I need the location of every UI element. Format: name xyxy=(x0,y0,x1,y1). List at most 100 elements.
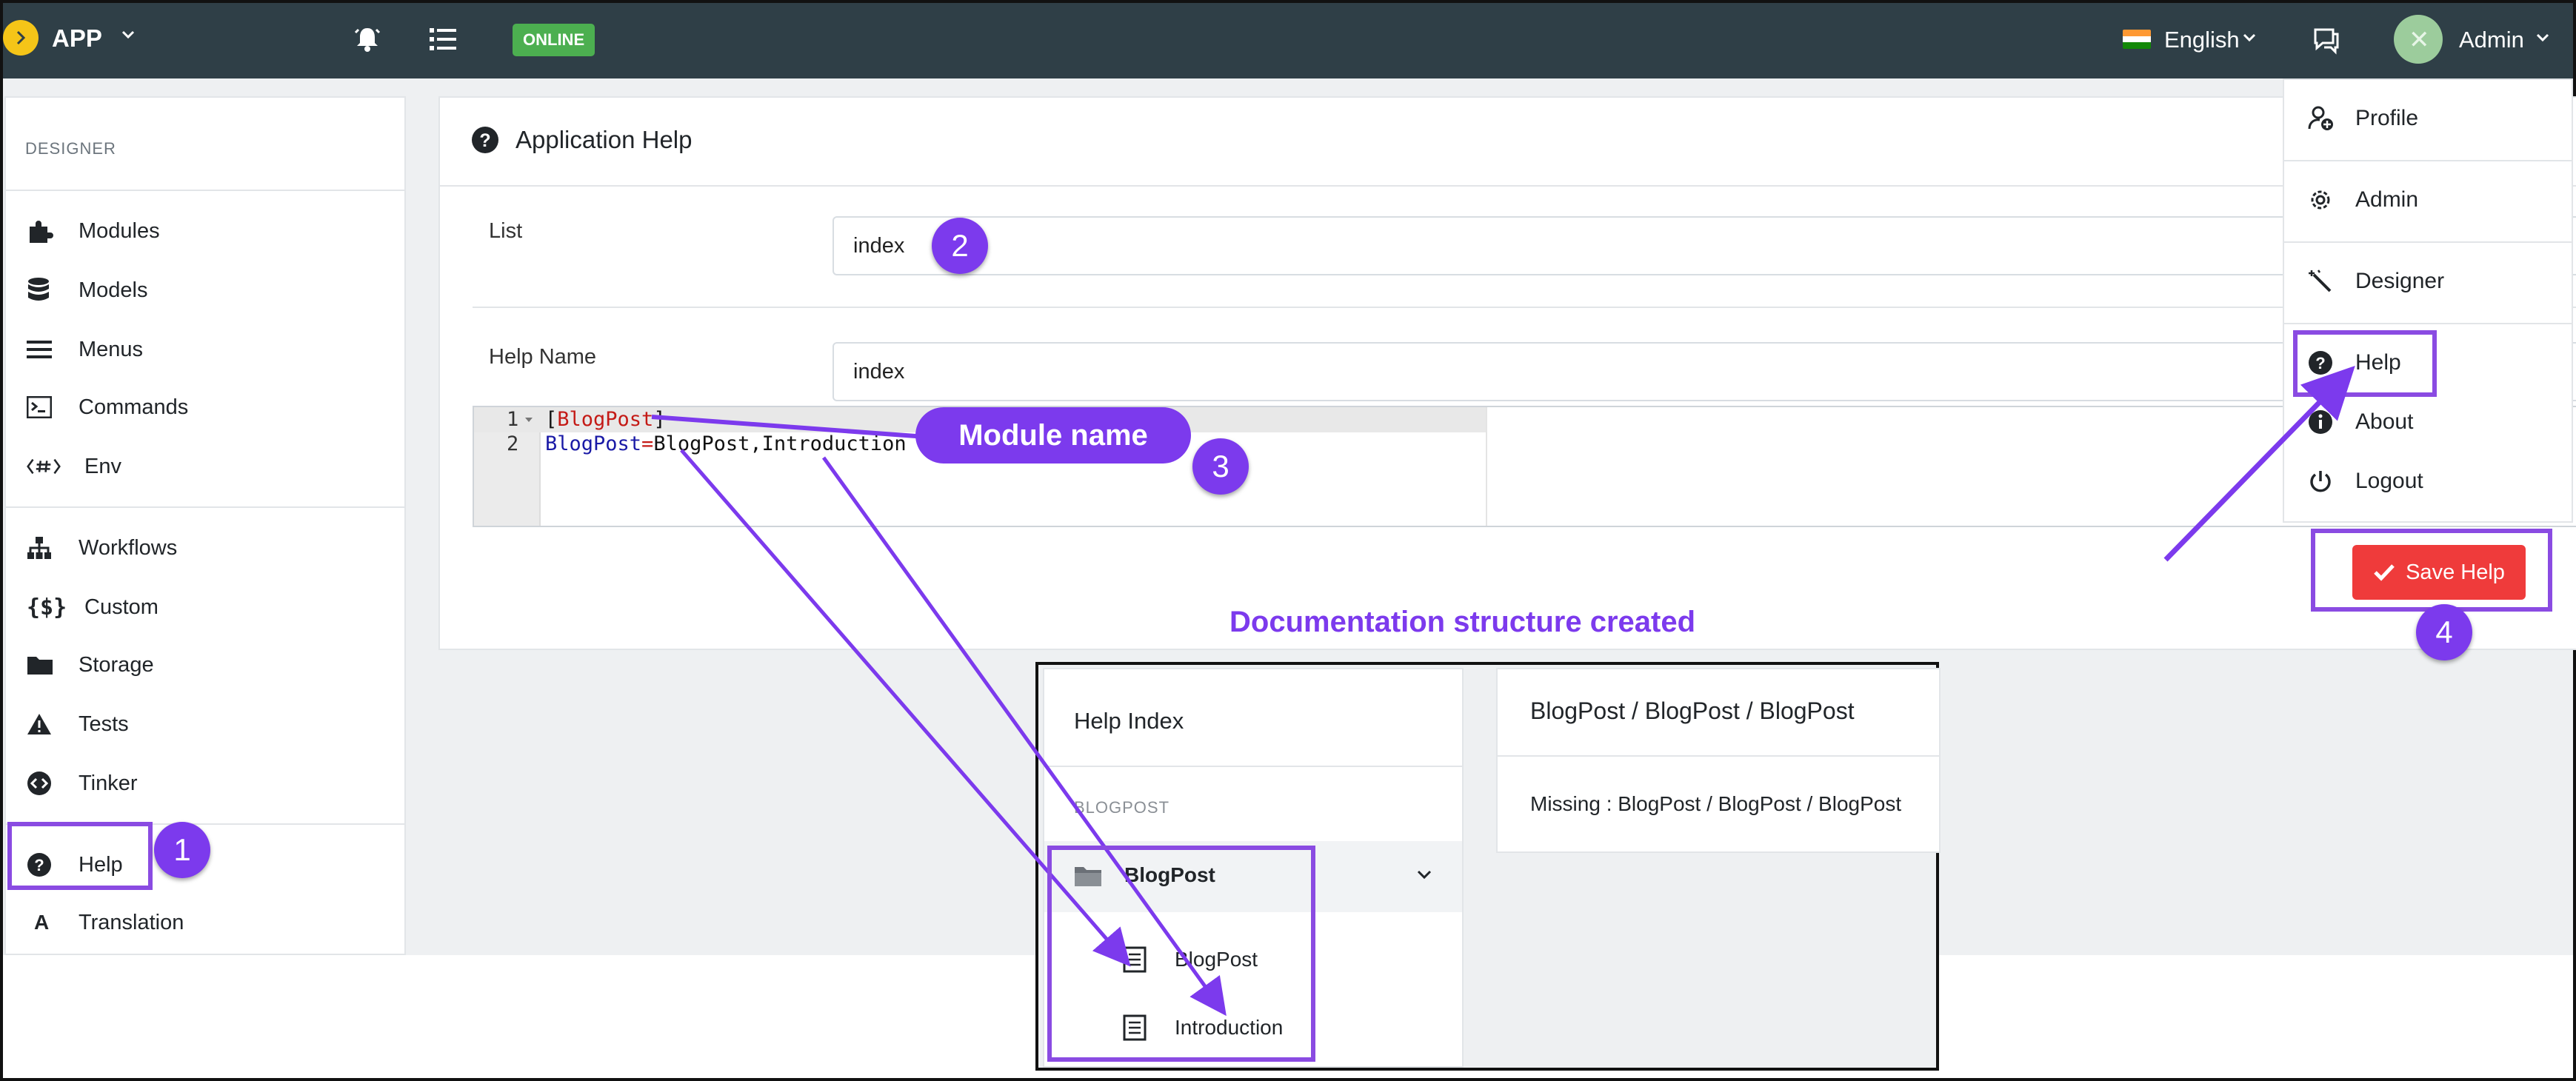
highlight-box-help-sidebar xyxy=(7,822,153,890)
dropdown-item-about[interactable]: About xyxy=(2308,400,2413,444)
dropdown-item-label: Admin xyxy=(2355,187,2419,212)
dropdown-item-profile[interactable]: Profile xyxy=(2308,96,2418,141)
code-line-1: [BlogPost] xyxy=(545,408,666,431)
sidebar-item-label: Translation xyxy=(79,910,184,934)
question-circle-icon: ? xyxy=(472,127,498,153)
user-menu-toggle[interactable]: Admin xyxy=(2459,27,2524,53)
sidebar-item-custom[interactable]: {$} Custom xyxy=(27,585,159,629)
dropdown-item-admin[interactable]: Admin xyxy=(2308,178,2418,222)
card-header-divider xyxy=(440,185,2576,187)
dropdown-divider xyxy=(2284,323,2572,324)
dropdown-item-designer[interactable]: Designer xyxy=(2308,259,2444,304)
fold-arrow-icon[interactable] xyxy=(524,416,533,424)
step-badge-2: 2 xyxy=(932,218,988,274)
editor-print-margin xyxy=(1486,407,1487,526)
sidebar-item-label: Commands xyxy=(79,395,189,419)
code-bracket: ] xyxy=(653,408,666,431)
page-title: Application Help xyxy=(515,126,693,153)
help-index-section: BLOGPOST xyxy=(1074,798,1170,817)
user-plus-icon xyxy=(2308,106,2333,130)
sidebar-item-label: Env xyxy=(84,454,121,478)
warning-triangle-icon xyxy=(27,714,51,734)
folder-icon xyxy=(27,657,53,675)
line-number: 2 xyxy=(507,432,519,455)
magic-wand-icon xyxy=(2309,270,2332,292)
menu-lines-icon xyxy=(27,341,52,358)
sidebar-item-env[interactable]: Env xyxy=(27,444,121,489)
help-content-divider xyxy=(1498,755,1939,757)
sidebar-item-menus[interactable]: Menus xyxy=(27,327,143,372)
chat-bubbles-icon[interactable] xyxy=(2311,25,2342,55)
sidebar-item-modules[interactable]: Modules xyxy=(27,209,160,253)
app-name[interactable]: APP xyxy=(52,24,102,53)
sidebar-item-translation[interactable]: A Translation xyxy=(27,900,184,945)
database-icon xyxy=(28,278,49,301)
step-badge-4: 4 xyxy=(2416,604,2472,660)
sidebar-item-label: Modules xyxy=(79,218,160,243)
help-name-label: Help Name xyxy=(489,345,597,369)
sidebar-divider xyxy=(6,506,404,508)
puzzle-icon xyxy=(30,221,53,243)
user-avatar[interactable]: ✕ xyxy=(2394,15,2443,64)
dropdown-item-label: Profile xyxy=(2355,106,2419,130)
sidebar-item-label: Storage xyxy=(79,652,154,677)
terminal-icon xyxy=(27,396,52,418)
bell-alarm-icon[interactable] xyxy=(353,24,382,53)
language-selector[interactable]: English xyxy=(2164,27,2240,53)
sidebar-item-workflows[interactable]: Workflows xyxy=(27,526,177,570)
step-badge-3: 3 xyxy=(1192,438,1249,495)
help-missing-message: Missing : BlogPost / BlogPost / BlogPost xyxy=(1530,792,1902,815)
dropdown-divider xyxy=(2284,241,2572,243)
help-breadcrumb: BlogPost / BlogPost / BlogPost xyxy=(1530,697,1855,724)
info-circle-icon xyxy=(2309,410,2332,434)
list-label: List xyxy=(489,219,523,243)
code-bracket: [ xyxy=(545,408,558,431)
code-section-key: BlogPost xyxy=(557,408,654,431)
dropdown-item-label: Designer xyxy=(2355,269,2445,293)
sidebar-item-storage[interactable]: Storage xyxy=(27,643,154,687)
sidebar-section-header: DESIGNER xyxy=(25,139,116,158)
highlight-box-tree xyxy=(1047,846,1315,1062)
chevron-down-icon[interactable] xyxy=(1416,869,1432,880)
sidebar-item-label: Custom xyxy=(84,595,159,619)
dropdown-item-label: Logout xyxy=(2355,469,2423,493)
line-number: 1 xyxy=(507,408,519,431)
dropdown-item-label: About xyxy=(2355,409,2414,434)
task-list-icon[interactable] xyxy=(428,25,458,53)
step-badge-1: 1 xyxy=(154,822,210,878)
sidebar-item-label: Menus xyxy=(79,337,144,361)
code-circle-icon xyxy=(27,772,51,795)
code-value: BlogPost,Introduction xyxy=(653,432,907,455)
highlight-box-help-menu xyxy=(2293,330,2437,397)
help-content-panel xyxy=(1496,668,1941,853)
sidebar-item-label: Tinker xyxy=(79,771,138,795)
code-hash-icon xyxy=(27,458,61,475)
sidebar-item-models[interactable]: Models xyxy=(27,268,148,312)
chevron-down-icon[interactable] xyxy=(121,30,135,40)
code-line-2: BlogPost=BlogPost,Introduction xyxy=(545,432,907,455)
annotation-caption: Documentation structure created xyxy=(1229,606,1696,638)
highlight-box-save xyxy=(2311,529,2552,612)
status-badge: ONLINE xyxy=(513,24,595,56)
sidebar-item-tinker[interactable]: Tinker xyxy=(27,761,138,806)
gear-icon xyxy=(2311,190,2330,210)
chevron-down-icon[interactable] xyxy=(2536,33,2549,43)
form-divider xyxy=(473,307,2576,308)
sidebar-item-label: Models xyxy=(79,278,148,302)
curly-dollar-icon: {$} xyxy=(27,594,67,620)
india-flag-icon[interactable] xyxy=(2123,30,2151,49)
sidebar-divider xyxy=(6,190,404,191)
sidebar-item-commands[interactable]: Commands xyxy=(27,385,188,429)
code-key: BlogPost xyxy=(545,432,642,455)
annotation-module-name: Module name xyxy=(915,407,1191,463)
help-index-divider xyxy=(1044,766,1462,767)
sitemap-icon xyxy=(27,537,51,559)
help-index-title: Help Index xyxy=(1074,708,1184,734)
sidebar-item-tests[interactable]: Tests xyxy=(27,702,129,746)
letter-a-icon: A xyxy=(34,911,50,934)
code-equals: = xyxy=(641,432,654,455)
chevron-down-icon[interactable] xyxy=(2243,33,2256,43)
dropdown-item-logout[interactable]: Logout xyxy=(2308,459,2423,503)
power-icon xyxy=(2310,471,2331,492)
app-logo-icon[interactable] xyxy=(3,20,39,56)
